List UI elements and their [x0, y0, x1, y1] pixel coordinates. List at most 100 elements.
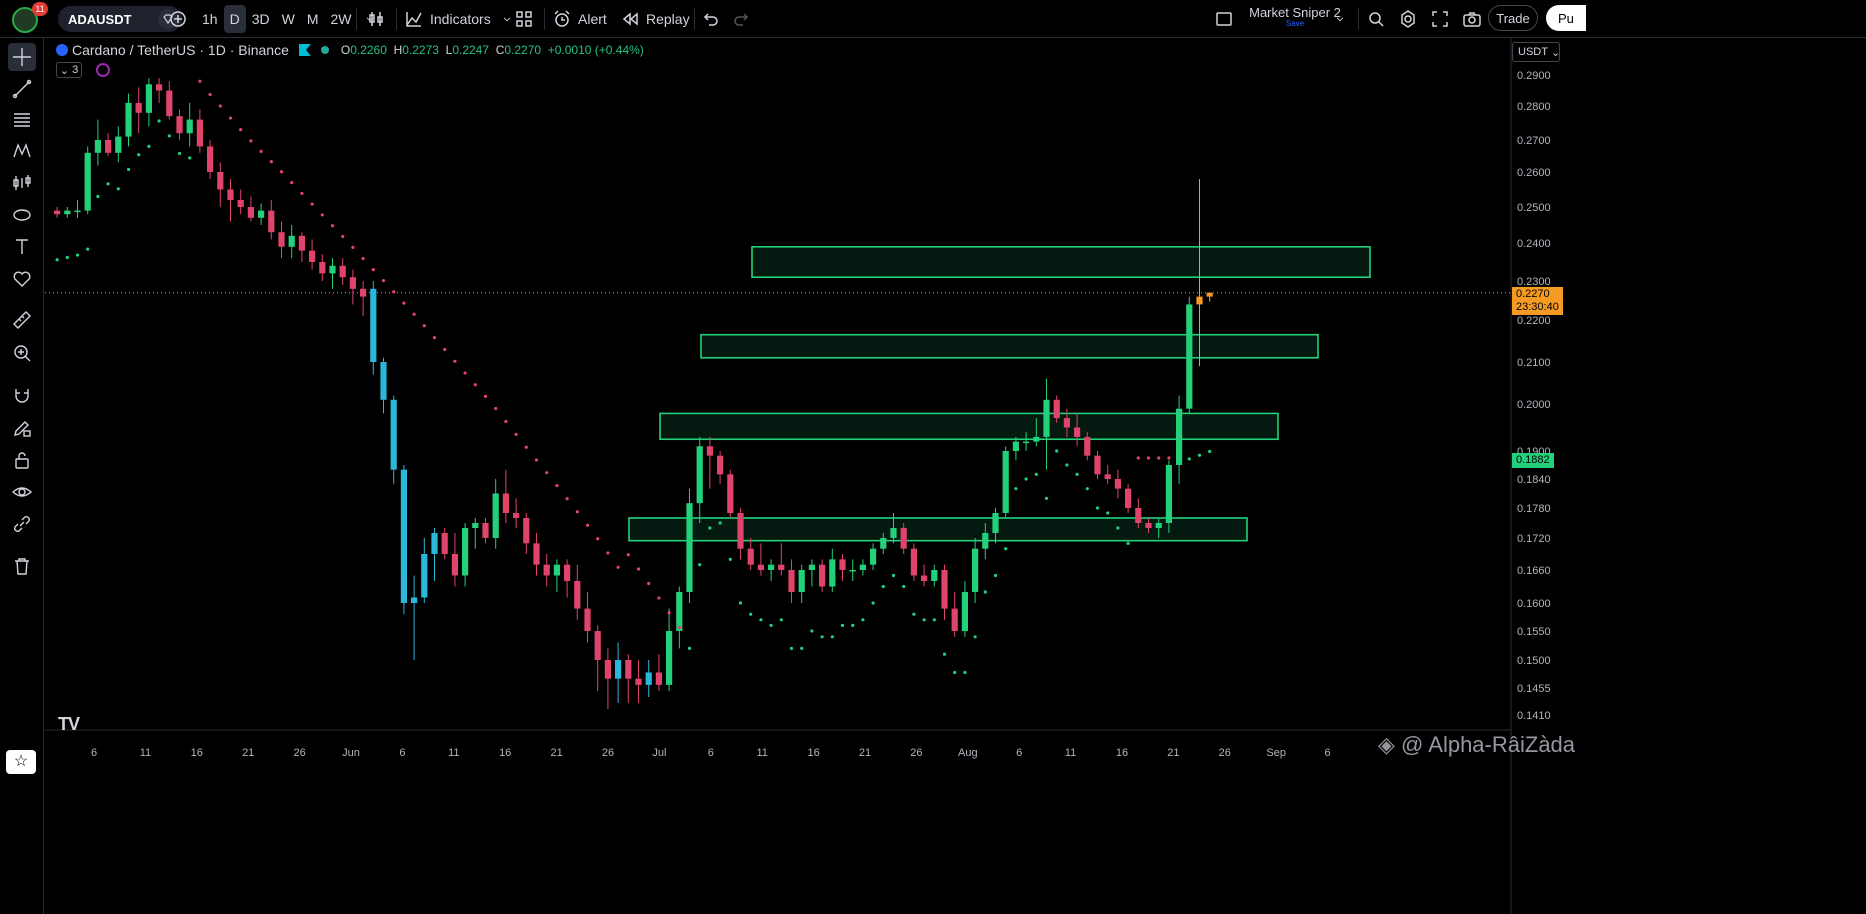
x-tick-label: 21: [242, 747, 254, 759]
psar-dot: [96, 194, 100, 199]
fullscreen-icon[interactable]: [1424, 5, 1456, 33]
candle-body: [196, 119, 203, 147]
candle-body: [880, 538, 887, 549]
psar-dot: [993, 573, 998, 578]
candle-body: [421, 554, 428, 598]
support-resistance-zone: [700, 333, 1319, 359]
crosshair-icon[interactable]: [8, 43, 36, 71]
candle-body: [431, 533, 438, 554]
legend-title[interactable]: Cardano / TetherUS · 1D · Binance: [72, 42, 289, 58]
text-icon[interactable]: [8, 233, 36, 261]
trade-button[interactable]: Trade: [1488, 5, 1538, 31]
psar-dot: [361, 256, 365, 261]
psar-dot: [341, 234, 345, 239]
psar-dot: [1177, 461, 1181, 465]
candle-body: [829, 559, 836, 587]
candle-body: [258, 210, 265, 218]
brush-shapes-icon[interactable]: [8, 201, 36, 229]
candle-body: [411, 597, 418, 603]
undo-icon[interactable]: [694, 5, 726, 33]
candle-body: [1125, 488, 1132, 508]
x-tick-label: 21: [550, 747, 562, 759]
psar-dot: [1024, 477, 1028, 481]
y-tick-label: 0.1660: [1517, 565, 1551, 577]
psar-dot: [596, 537, 600, 541]
psar-dot: [871, 601, 875, 605]
lock-pencil-icon[interactable]: [8, 414, 36, 442]
publish-button[interactable]: Pu: [1546, 5, 1586, 31]
psar-dot: [1187, 457, 1191, 461]
candle-body: [64, 210, 71, 215]
candle-body: [451, 554, 458, 576]
zoom-in-icon[interactable]: [8, 339, 36, 367]
quick-search-icon[interactable]: [1360, 5, 1392, 33]
lock-icon[interactable]: [8, 446, 36, 474]
psar-dot: [1116, 526, 1120, 530]
psar-dot: [228, 116, 233, 120]
trash-icon[interactable]: [8, 552, 36, 580]
square-icon[interactable]: [1208, 5, 1240, 33]
candle-body: [268, 210, 275, 233]
candle-body: [645, 672, 652, 685]
y-tick-label: 0.1500: [1517, 655, 1551, 667]
candle-body: [819, 564, 826, 587]
candle-body: [217, 172, 224, 190]
candle-body: [553, 564, 560, 576]
chevron-down-icon[interactable]: [1328, 5, 1352, 33]
psar-dot: [1157, 456, 1161, 460]
candle-body: [176, 116, 183, 134]
psar-dot: [1146, 456, 1151, 460]
fib-lines-icon[interactable]: [8, 106, 36, 134]
psar-dot: [728, 557, 732, 561]
candles-type-icon[interactable]: [360, 5, 392, 33]
alert-button[interactable]: Alert: [546, 5, 613, 33]
interval-m[interactable]: M: [301, 5, 325, 33]
trend-line-icon[interactable]: [8, 75, 36, 103]
psar-dot: [330, 224, 335, 228]
candle-body: [156, 84, 163, 91]
psar-dot: [279, 170, 284, 174]
interval-1h[interactable]: 1h: [196, 5, 224, 33]
magnet-icon[interactable]: [8, 382, 36, 410]
star-icon[interactable]: ☆: [6, 750, 36, 774]
heart-icon[interactable]: [8, 265, 36, 293]
x-tick-label: 11: [1065, 747, 1076, 759]
psar-dot: [983, 590, 987, 594]
indicators-toggle[interactable]: ⌄ 3: [56, 62, 82, 78]
pattern-icon[interactable]: [8, 137, 36, 165]
interval-3d[interactable]: 3D: [246, 5, 276, 33]
indicators-button[interactable]: Indicators: [398, 5, 519, 33]
currency-selector[interactable]: USDT ⌄: [1512, 42, 1560, 62]
sync-icon[interactable]: [96, 63, 110, 77]
x-tick-label: 6: [399, 747, 405, 759]
psar-dot: [1197, 453, 1202, 457]
psar-dot: [55, 258, 59, 262]
x-tick-label: 6: [91, 747, 97, 759]
camera-icon[interactable]: [1456, 5, 1488, 33]
candle-body: [564, 564, 571, 581]
price-chart[interactable]: 0.29000.28000.27000.26000.25000.24000.23…: [45, 38, 1866, 914]
replay-button[interactable]: Replay: [614, 5, 696, 33]
settings-gear-icon[interactable]: [1392, 5, 1424, 33]
eye-icon[interactable]: [8, 478, 36, 506]
candle-body: [737, 513, 744, 549]
interval-w[interactable]: W: [276, 5, 301, 33]
psar-dot: [636, 567, 641, 571]
forecast-icon[interactable]: [8, 169, 36, 197]
current-price-tag: 0.2270 23:30:40: [1512, 287, 1563, 315]
link-icon[interactable]: [8, 510, 36, 538]
candle-body: [676, 592, 683, 631]
y-tick-label: 0.1410: [1517, 710, 1551, 722]
flag-icon[interactable]: [298, 44, 311, 56]
ruler-icon[interactable]: [8, 306, 36, 334]
add-symbol-icon[interactable]: [162, 5, 194, 33]
candle-body: [227, 189, 234, 200]
psar-dot: [177, 151, 182, 156]
redo-icon[interactable]: [726, 5, 758, 33]
psar-dot: [851, 623, 855, 628]
interval-d[interactable]: D: [223, 5, 246, 33]
interval-2w[interactable]: 2W: [325, 5, 358, 33]
x-tick-label: 16: [807, 747, 819, 759]
templates-icon[interactable]: [508, 5, 540, 33]
psar-dot: [188, 156, 192, 160]
